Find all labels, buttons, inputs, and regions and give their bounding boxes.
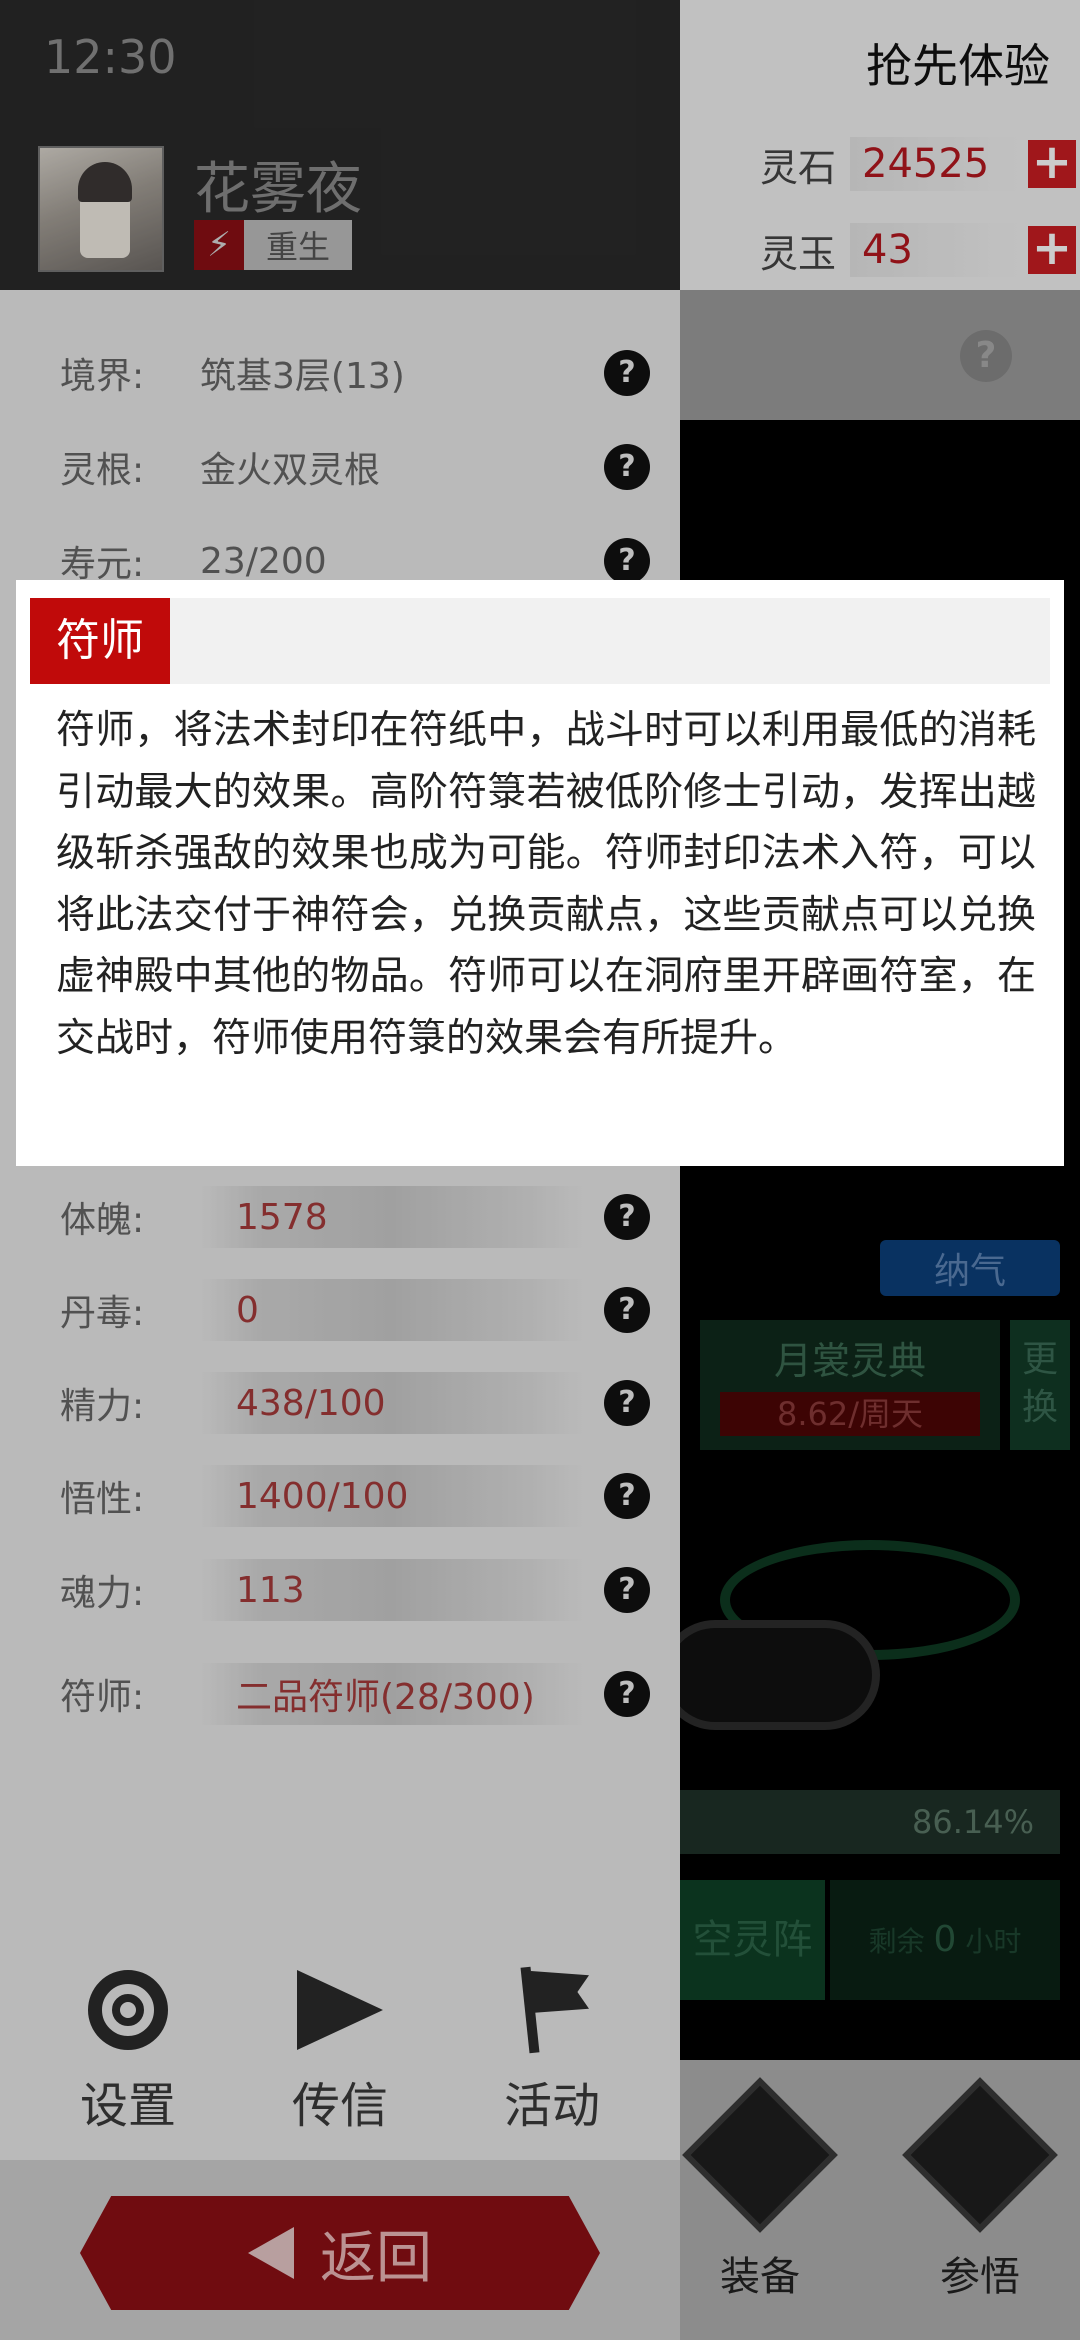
dialog-header: 符师 bbox=[30, 598, 1050, 684]
modal-overlay[interactable] bbox=[0, 0, 1080, 2340]
dialog-body: 符师，将法术封印在符纸中，战斗时可以利用最低的消耗引动最大的效果。高阶符箓若被低… bbox=[56, 708, 1036, 1061]
talisman-master-dialog: 符师 符师，将法术封印在符纸中，战斗时可以利用最低的消耗引动最大的效果。高阶符箓… bbox=[16, 580, 1064, 1166]
dialog-title: 符师 bbox=[30, 598, 170, 684]
